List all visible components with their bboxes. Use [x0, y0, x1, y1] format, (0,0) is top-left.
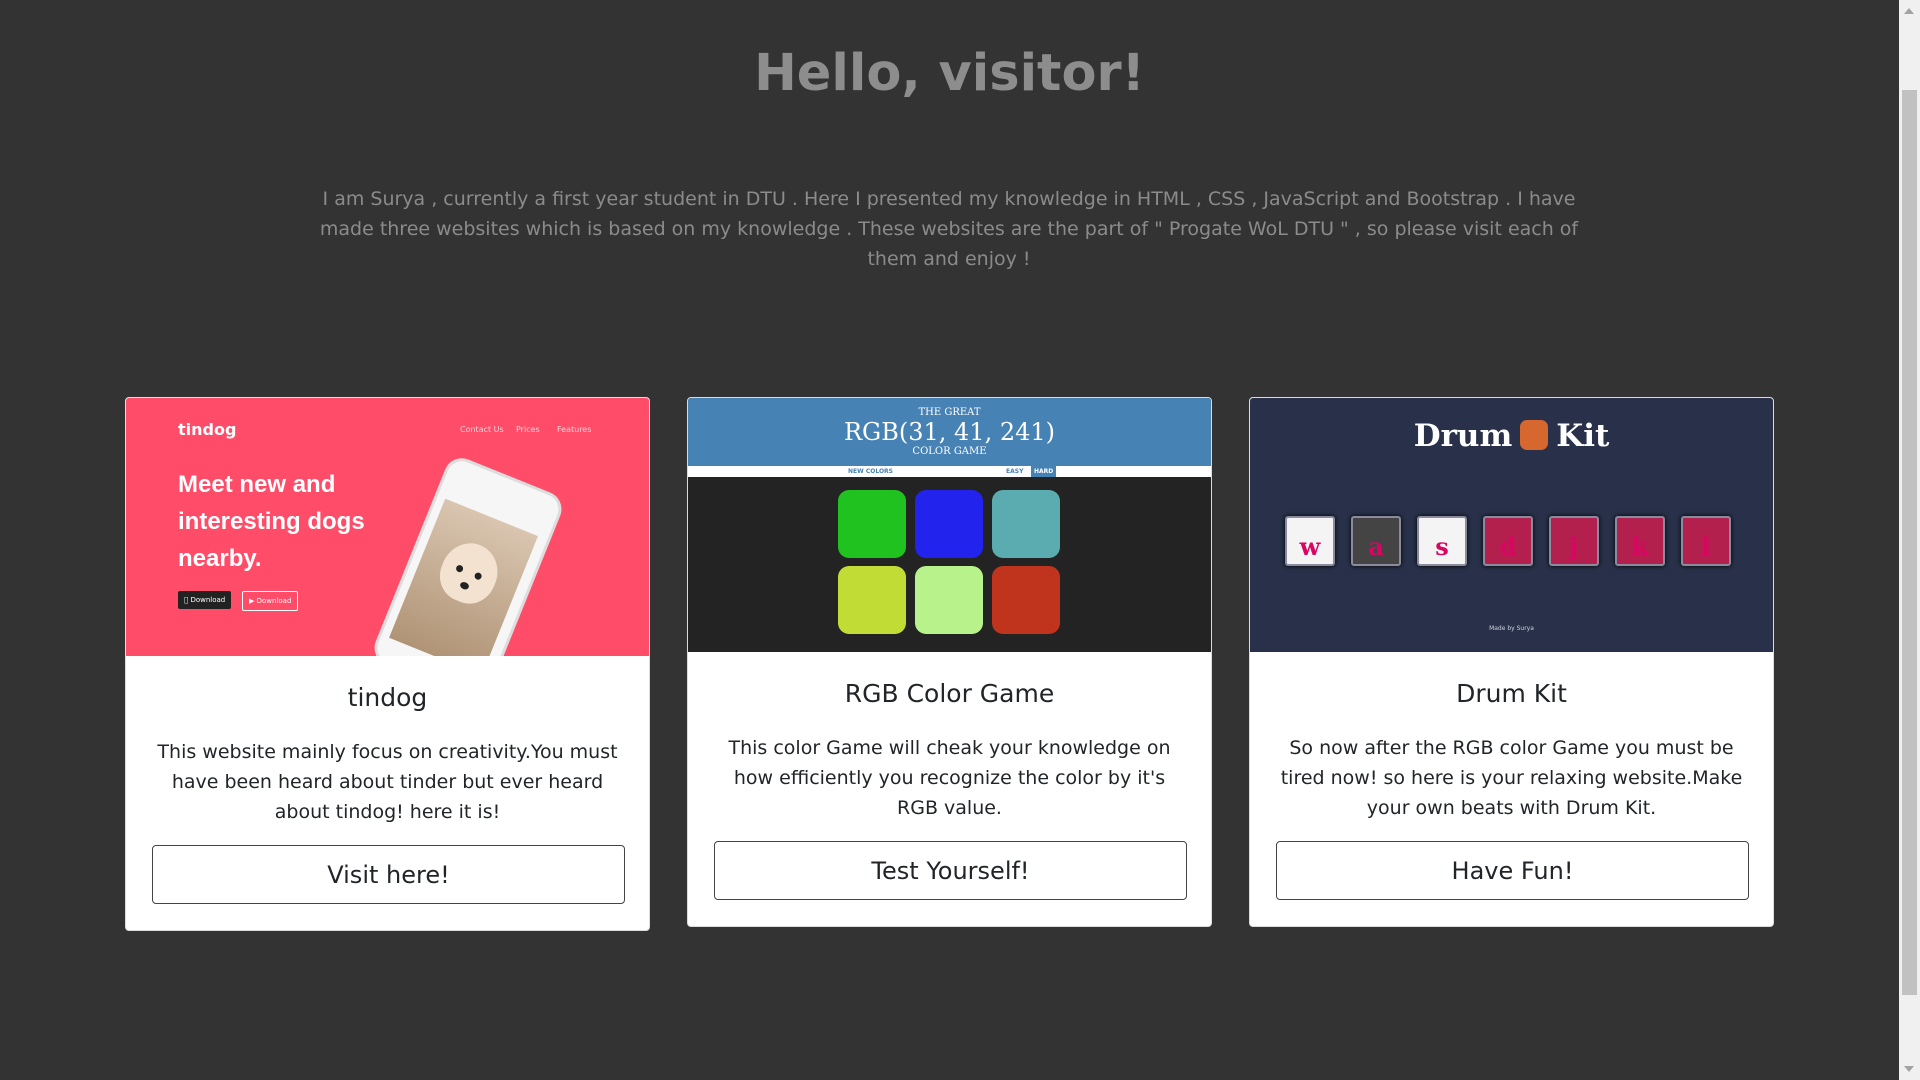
have-fun-button[interactable]: Have Fun!: [1276, 841, 1749, 900]
hard-label: HARD: [1031, 466, 1057, 477]
tindog-play-download: ▶ Download: [242, 591, 299, 611]
drum-kit-credit: Made by Surya: [1489, 625, 1534, 632]
card-text: This website mainly focus on creativity.…: [157, 741, 618, 823]
scroll-up-arrow-icon[interactable]: [1904, 8, 1914, 14]
page: Hello, visitor! I am Surya , currently a…: [0, 0, 1899, 1080]
project-card-tindog: tindog Contact Us Prices Features Meet n…: [125, 397, 650, 931]
drum-key-l: l: [1681, 516, 1731, 566]
tindog-headline: Meet new and interesting dogs nearby.: [178, 471, 365, 572]
drum-key-k: k: [1615, 516, 1665, 566]
page-title: Hello, visitor!: [754, 44, 1145, 103]
color-square: [838, 490, 906, 558]
easy-label: EASY: [1006, 468, 1024, 475]
drum-key-d: d: [1483, 516, 1533, 566]
drum-key-s: s: [1417, 516, 1467, 566]
tindog-nav-features: Features: [557, 425, 592, 434]
color-square: [992, 490, 1060, 558]
rgb-game-toolbar: NEW COLORS EASY HARD: [688, 466, 1211, 477]
test-yourself-button[interactable]: Test Yourself!: [714, 841, 1187, 900]
project-card-drum-kit: Drum Kit w a s d j k l Made by Surya Drum…: [1249, 397, 1774, 927]
color-square: [992, 566, 1060, 634]
visit-tindog-button[interactable]: Visit here!: [152, 845, 625, 904]
drum-icon: [1520, 419, 1549, 450]
card-title: tindog: [347, 683, 428, 712]
new-colors-label: NEW COLORS: [848, 468, 893, 475]
color-square: [838, 566, 906, 634]
card-text: This color Game will cheak your knowledg…: [728, 737, 1171, 819]
rgb-line-3: COLOR GAME: [912, 446, 987, 457]
tindog-logo: tindog: [178, 420, 237, 439]
tindog-nav-contact: Contact Us: [460, 425, 504, 434]
intro-text: I am Surya , currently a first year stud…: [319, 188, 1579, 270]
color-square: [915, 566, 983, 634]
tindog-preview-image[interactable]: tindog Contact Us Prices Features Meet n…: [126, 398, 649, 656]
tindog-apple-download:  Download: [178, 591, 232, 609]
rgb-game-header: THE GREAT RGB(31, 41, 241) COLOR GAME: [688, 398, 1211, 466]
dog-icon: [431, 534, 507, 612]
scroll-down-arrow-icon[interactable]: [1904, 1066, 1914, 1072]
card-text: So now after the RGB color Game you must…: [1280, 737, 1743, 819]
vertical-scrollbar[interactable]: [1899, 0, 1920, 1080]
scrollbar-thumb[interactable]: [1902, 90, 1917, 995]
drum-kit-heading: Drum Kit: [1413, 418, 1610, 454]
card-title: Drum Kit: [1456, 679, 1567, 708]
rgb-game-preview-image[interactable]: THE GREAT RGB(31, 41, 241) COLOR GAME NE…: [688, 398, 1211, 652]
rgb-line-1: THE GREAT: [918, 407, 981, 418]
color-square: [915, 490, 983, 558]
rgb-value: RGB(31, 41, 241): [843, 418, 1055, 446]
drum-key-a: a: [1351, 516, 1401, 566]
drum-key-j: j: [1549, 516, 1599, 566]
tindog-nav-prices: Prices: [516, 425, 540, 434]
phone-mockup-icon: [369, 452, 567, 656]
card-title: RGB Color Game: [844, 679, 1055, 708]
drum-kit-preview-image[interactable]: Drum Kit w a s d j k l Made by Surya: [1250, 398, 1773, 652]
drum-key-w: w: [1285, 516, 1335, 566]
project-card-rgb-game: THE GREAT RGB(31, 41, 241) COLOR GAME NE…: [687, 397, 1212, 927]
